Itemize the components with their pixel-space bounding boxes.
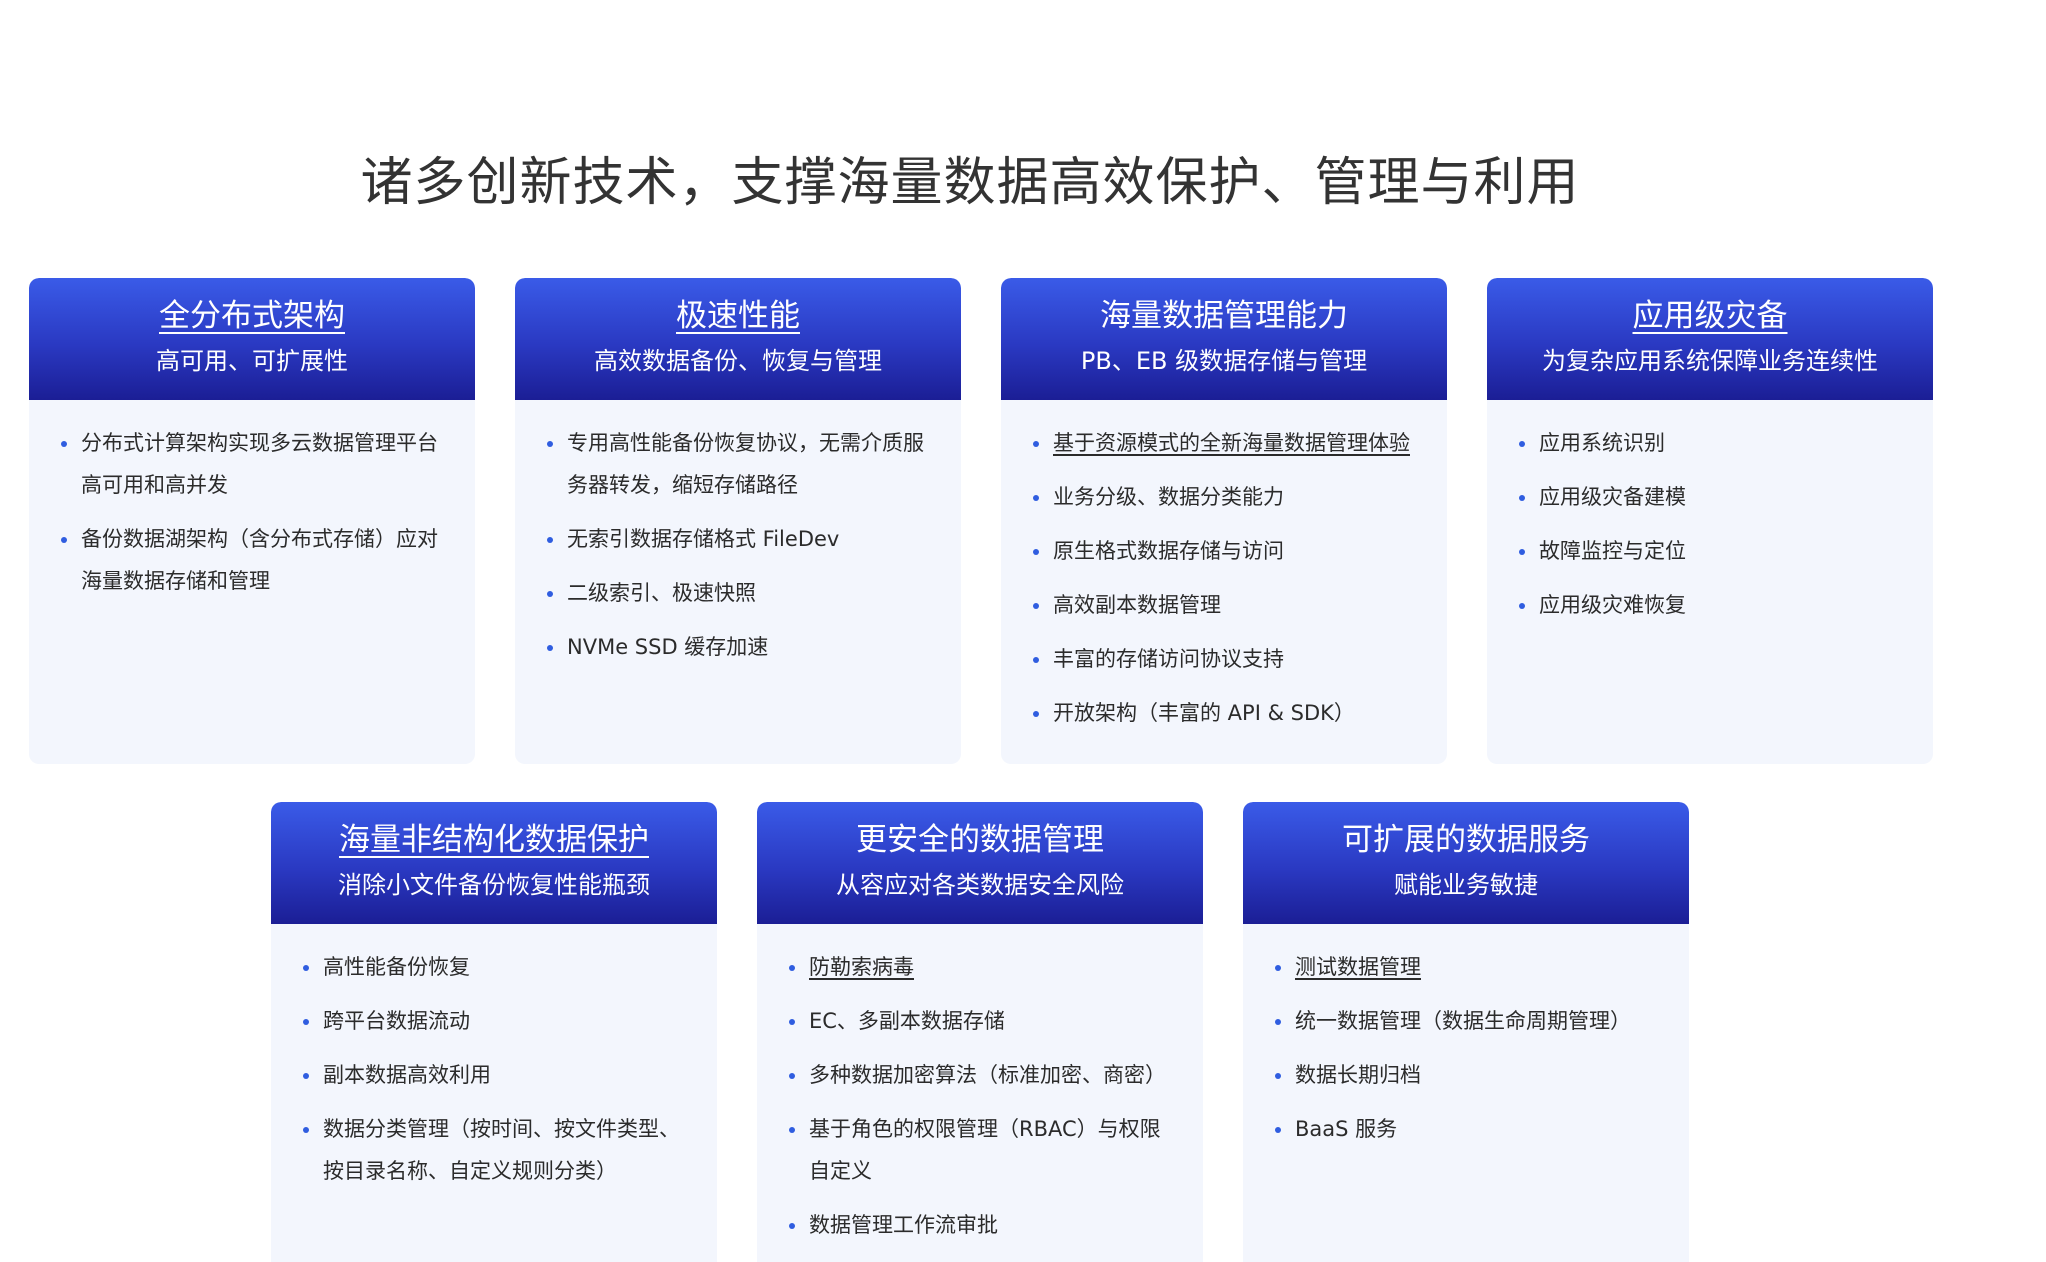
list-item: 应用级灾难恢复 [1519, 584, 1905, 626]
feature-list: 高性能备份恢复 跨平台数据流动 副本数据高效利用 数据分类管理（按时间、按文件类… [303, 946, 689, 1192]
list-item-link-text[interactable]: 测试数据管理 [1295, 955, 1421, 979]
feature-list: 基于资源模式的全新海量数据管理体验 业务分级、数据分类能力 原生格式数据存储与访… [1033, 422, 1419, 734]
feature-row-2: 海量非结构化数据保护 消除小文件备份恢复性能瓶颈 高性能备份恢复 跨平台数据流动… [271, 802, 1689, 1262]
card-body: 测试数据管理 统一数据管理（数据生命周期管理） 数据长期归档 BaaS 服务 [1243, 924, 1689, 1150]
card-full-distributed-architecture: 全分布式架构 高可用、可扩展性 分布式计算架构实现多云数据管理平台高可用和高并发… [29, 278, 475, 764]
list-item: 基于角色的权限管理（RBAC）与权限自定义 [789, 1108, 1175, 1192]
card-header: 更安全的数据管理 从容应对各类数据安全风险 [757, 802, 1203, 924]
list-item: 业务分级、数据分类能力 [1033, 476, 1419, 518]
feature-list: 应用系统识别 应用级灾备建模 故障监控与定位 应用级灾难恢复 [1519, 422, 1905, 626]
list-item: 备份数据湖架构（含分布式存储）应对海量数据存储和管理 [61, 518, 447, 602]
list-item: 数据分类管理（按时间、按文件类型、按目录名称、自定义规则分类） [303, 1108, 689, 1192]
list-item: 副本数据高效利用 [303, 1054, 689, 1096]
list-item-link-text[interactable]: 基于资源模式的全新海量数据管理体验 [1053, 431, 1410, 455]
list-item: 高效副本数据管理 [1033, 584, 1419, 626]
card-extreme-performance: 极速性能 高效数据备份、恢复与管理 专用高性能备份恢复协议，无需介质服务器转发，… [515, 278, 961, 764]
list-item: 应用级灾备建模 [1519, 476, 1905, 518]
card-title-link[interactable]: 应用级灾备 [1633, 292, 1788, 340]
feature-list: 分布式计算架构实现多云数据管理平台高可用和高并发 备份数据湖架构（含分布式存储）… [61, 422, 447, 602]
card-body: 分布式计算架构实现多云数据管理平台高可用和高并发 备份数据湖架构（含分布式存储）… [29, 400, 475, 602]
card-body: 专用高性能备份恢复协议，无需介质服务器转发，缩短存储路径 无索引数据存储格式 F… [515, 400, 961, 668]
card-massive-data-management: 海量数据管理能力 PB、EB 级数据存储与管理 基于资源模式的全新海量数据管理体… [1001, 278, 1447, 764]
card-title: 可扩展的数据服务 [1342, 822, 1590, 858]
list-item: BaaS 服务 [1275, 1108, 1661, 1150]
list-item: EC、多副本数据存储 [789, 1000, 1175, 1042]
card-header: 海量数据管理能力 PB、EB 级数据存储与管理 [1001, 278, 1447, 400]
list-item-link-text[interactable]: 防勒索病毒 [809, 955, 914, 979]
list-item: 二级索引、极速快照 [547, 572, 933, 614]
list-item: 丰富的存储访问协议支持 [1033, 638, 1419, 680]
card-title: 更安全的数据管理 [856, 822, 1104, 858]
card-subtitle: 高效数据备份、恢复与管理 [594, 347, 882, 375]
list-item: 应用系统识别 [1519, 422, 1905, 464]
list-item: 分布式计算架构实现多云数据管理平台高可用和高并发 [61, 422, 447, 506]
list-item: 专用高性能备份恢复协议，无需介质服务器转发，缩短存储路径 [547, 422, 933, 506]
card-application-disaster-recovery: 应用级灾备 为复杂应用系统保障业务连续性 应用系统识别 应用级灾备建模 故障监控… [1487, 278, 1933, 764]
list-item-link[interactable]: 防勒索病毒 [789, 946, 1175, 988]
list-item: 无索引数据存储格式 FileDev [547, 518, 933, 560]
card-subtitle: 为复杂应用系统保障业务连续性 [1542, 347, 1878, 375]
list-item: 数据管理工作流审批 [789, 1204, 1175, 1246]
card-title: 海量数据管理能力 [1100, 298, 1348, 334]
list-item: 故障监控与定位 [1519, 530, 1905, 572]
card-title-link[interactable]: 全分布式架构 [159, 292, 345, 340]
card-subtitle: 从容应对各类数据安全风险 [836, 871, 1124, 899]
card-header: 可扩展的数据服务 赋能业务敏捷 [1243, 802, 1689, 924]
list-item: 多种数据加密算法（标准加密、商密） [789, 1054, 1175, 1096]
list-item: 统一数据管理（数据生命周期管理） [1275, 1000, 1661, 1042]
card-title-link[interactable]: 极速性能 [676, 292, 800, 340]
feature-list: 专用高性能备份恢复协议，无需介质服务器转发，缩短存储路径 无索引数据存储格式 F… [547, 422, 933, 668]
list-item: 开放架构（丰富的 API & SDK） [1033, 692, 1419, 734]
card-secure-data-management: 更安全的数据管理 从容应对各类数据安全风险 防勒索病毒 EC、多副本数据存储 多… [757, 802, 1203, 1262]
card-body: 基于资源模式的全新海量数据管理体验 业务分级、数据分类能力 原生格式数据存储与访… [1001, 400, 1447, 734]
card-subtitle: 赋能业务敏捷 [1394, 871, 1538, 899]
feature-row-1: 全分布式架构 高可用、可扩展性 分布式计算架构实现多云数据管理平台高可用和高并发… [29, 278, 1933, 764]
list-item: 原生格式数据存储与访问 [1033, 530, 1419, 572]
card-subtitle: 高可用、可扩展性 [156, 347, 348, 375]
card-body: 高性能备份恢复 跨平台数据流动 副本数据高效利用 数据分类管理（按时间、按文件类… [271, 924, 717, 1192]
card-title-link[interactable]: 海量非结构化数据保护 [339, 816, 649, 864]
card-header: 海量非结构化数据保护 消除小文件备份恢复性能瓶颈 [271, 802, 717, 924]
feature-list: 防勒索病毒 EC、多副本数据存储 多种数据加密算法（标准加密、商密） 基于角色的… [789, 946, 1175, 1246]
card-extensible-data-services: 可扩展的数据服务 赋能业务敏捷 测试数据管理 统一数据管理（数据生命周期管理） … [1243, 802, 1689, 1262]
list-item: 数据长期归档 [1275, 1054, 1661, 1096]
list-item: 跨平台数据流动 [303, 1000, 689, 1042]
list-item: NVMe SSD 缓存加速 [547, 626, 933, 668]
card-body: 防勒索病毒 EC、多副本数据存储 多种数据加密算法（标准加密、商密） 基于角色的… [757, 924, 1203, 1246]
card-subtitle: PB、EB 级数据存储与管理 [1080, 347, 1368, 375]
card-subtitle: 消除小文件备份恢复性能瓶颈 [338, 871, 650, 899]
list-item-link[interactable]: 基于资源模式的全新海量数据管理体验 [1033, 422, 1419, 464]
feature-list: 测试数据管理 统一数据管理（数据生命周期管理） 数据长期归档 BaaS 服务 [1275, 946, 1661, 1150]
list-item: 高性能备份恢复 [303, 946, 689, 988]
card-header: 全分布式架构 高可用、可扩展性 [29, 278, 475, 400]
card-header: 极速性能 高效数据备份、恢复与管理 [515, 278, 961, 400]
card-header: 应用级灾备 为复杂应用系统保障业务连续性 [1487, 278, 1933, 400]
list-item-link[interactable]: 测试数据管理 [1275, 946, 1661, 988]
card-body: 应用系统识别 应用级灾备建模 故障监控与定位 应用级灾难恢复 [1487, 400, 1933, 626]
page-title: 诸多创新技术，支撑海量数据高效保护、管理与利用 [360, 152, 1580, 213]
card-unstructured-data-protection: 海量非结构化数据保护 消除小文件备份恢复性能瓶颈 高性能备份恢复 跨平台数据流动… [271, 802, 717, 1262]
